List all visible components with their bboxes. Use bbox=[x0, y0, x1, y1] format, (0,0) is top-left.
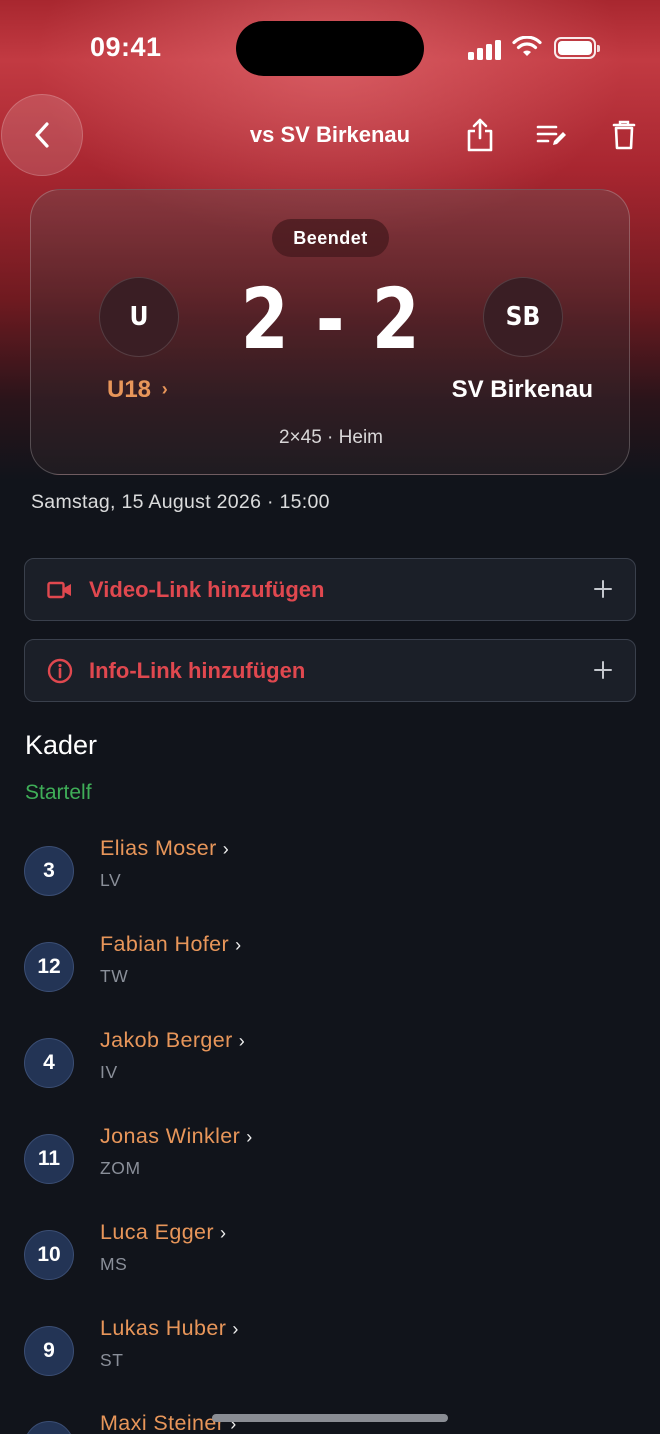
dynamic-island bbox=[236, 21, 424, 76]
player-row[interactable]: 9 Lukas Huber › ST bbox=[24, 1316, 624, 1412]
info-circle-icon bbox=[47, 658, 73, 684]
player-row[interactable]: 12 Fabian Hofer › TW bbox=[24, 932, 624, 1028]
cellular-signal-icon bbox=[468, 38, 502, 60]
player-number: 4 bbox=[24, 1038, 74, 1088]
player-position: TW bbox=[100, 966, 129, 986]
add-video-link-button[interactable]: Video-Link hinzufügen bbox=[24, 558, 636, 621]
away-team-avatar: SB bbox=[483, 277, 563, 357]
add-info-link-button[interactable]: Info-Link hinzufügen bbox=[24, 639, 636, 702]
chevron-right-icon: › bbox=[235, 935, 242, 955]
player-number: 12 bbox=[24, 942, 74, 992]
player-name: Fabian Hofer › bbox=[100, 932, 242, 956]
starting-eleven-label: Startelf bbox=[25, 781, 92, 804]
share-icon bbox=[467, 118, 493, 152]
home-team-avatar: U bbox=[99, 277, 179, 357]
video-camera-icon bbox=[47, 581, 71, 599]
player-position: LV bbox=[100, 870, 122, 890]
trash-icon bbox=[612, 120, 636, 150]
chevron-right-icon: › bbox=[232, 1319, 239, 1339]
chevron-right-icon: › bbox=[246, 1127, 253, 1147]
home-team-link[interactable]: U18 › bbox=[107, 376, 168, 404]
player-name: Elias Moser › bbox=[100, 836, 230, 860]
back-button[interactable] bbox=[1, 94, 83, 176]
edit-button[interactable] bbox=[536, 118, 568, 152]
player-number: 9 bbox=[24, 1326, 74, 1376]
match-meta: 2×45 · Heim bbox=[278, 427, 384, 448]
player-position: IV bbox=[100, 1062, 118, 1082]
status-time: 09:41 bbox=[90, 32, 162, 62]
player-row[interactable]: 10 Luca Egger › MS bbox=[24, 1220, 624, 1316]
player-position: MS bbox=[100, 1254, 128, 1274]
player-number: 10 bbox=[24, 1230, 74, 1280]
match-score: 2 - 2 bbox=[240, 270, 422, 368]
chevron-left-icon bbox=[35, 122, 49, 148]
player-number: 11 bbox=[24, 1134, 74, 1184]
player-position: ZOM bbox=[100, 1158, 141, 1178]
player-name: Luca Egger › bbox=[100, 1220, 227, 1244]
squad-title: Kader bbox=[25, 730, 98, 760]
info-link-label: Info-Link hinzufügen bbox=[89, 658, 306, 683]
player-row[interactable]: 11 Jonas Winkler › ZOM bbox=[24, 1124, 624, 1220]
match-date: Samstag, 15 August 2026 · 15:00 bbox=[31, 491, 330, 513]
page-title: vs SV Birkenau bbox=[249, 122, 411, 147]
share-button[interactable] bbox=[464, 118, 496, 152]
player-number: 3 bbox=[24, 846, 74, 896]
battery-icon bbox=[554, 37, 600, 59]
plus-icon bbox=[594, 661, 612, 679]
status-bar: 09:41 bbox=[0, 0, 660, 100]
home-team-name: U18 bbox=[107, 376, 152, 403]
video-link-label: Video-Link hinzufügen bbox=[89, 577, 325, 602]
player-position: ST bbox=[100, 1350, 124, 1370]
player-row[interactable]: 4 Jakob Berger › IV bbox=[24, 1028, 624, 1124]
player-name: Jonas Winkler › bbox=[100, 1124, 253, 1148]
chevron-right-icon: › bbox=[161, 379, 168, 399]
plus-icon bbox=[594, 580, 612, 598]
player-name: Jakob Berger › bbox=[100, 1028, 246, 1052]
delete-button[interactable] bbox=[608, 118, 640, 152]
edit-list-icon bbox=[536, 125, 566, 145]
match-status-badge: Beendet bbox=[272, 219, 389, 257]
player-row[interactable]: 3 Elias Moser › LV bbox=[24, 836, 624, 932]
player-number: 4 bbox=[24, 1421, 74, 1434]
chevron-right-icon: › bbox=[219, 1223, 227, 1243]
chevron-right-icon: › bbox=[238, 1031, 246, 1051]
wifi-icon bbox=[512, 36, 542, 56]
player-name: Lukas Huber › bbox=[100, 1316, 239, 1340]
home-indicator bbox=[212, 1414, 448, 1422]
score-card: Beendet U 2 - 2 SB U18 › SV Birkenau 2×4… bbox=[30, 189, 630, 475]
away-team-name: SV Birkenau bbox=[451, 376, 593, 403]
chevron-right-icon: › bbox=[222, 839, 230, 859]
